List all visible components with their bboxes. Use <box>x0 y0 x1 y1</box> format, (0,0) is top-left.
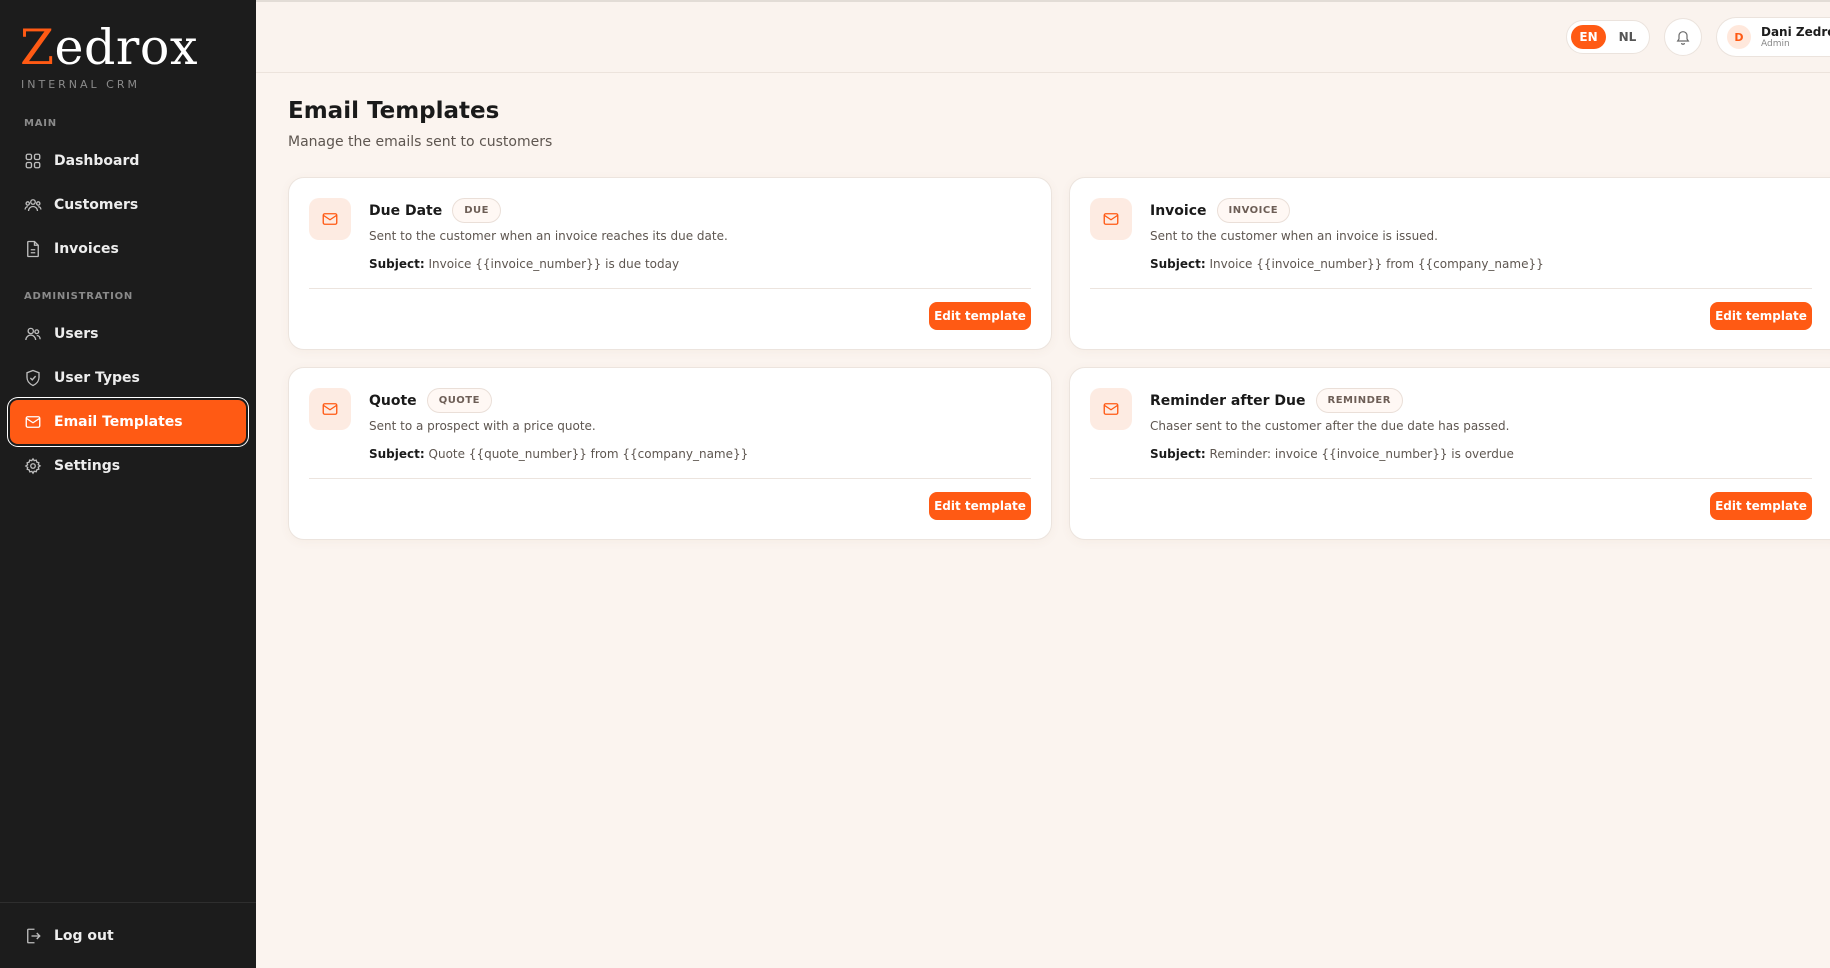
language-toggle: EN NL <box>1566 20 1650 54</box>
card-title: Due Date <box>369 202 443 219</box>
grid-icon <box>25 153 41 169</box>
subject-label: Subject: <box>369 257 425 271</box>
card-title: Reminder after Due <box>1150 392 1306 409</box>
card-subject: Subject: Quote {{quote_number}} from {{c… <box>369 447 748 461</box>
users-icon <box>25 327 41 341</box>
bell-icon <box>1676 31 1690 45</box>
sidebar: Zedrox INTERNAL CRM MAIN Dashboard Custo… <box>0 0 256 968</box>
card-description: Sent to the customer when an invoice rea… <box>369 229 728 243</box>
shield-icon <box>26 369 40 387</box>
sidebar-footer: Log out <box>0 902 256 968</box>
type-badge: QUOTE <box>426 388 492 413</box>
card-title: Invoice <box>1150 202 1207 219</box>
sidebar-item-email-templates[interactable]: Email Templates <box>10 400 246 444</box>
sidebar-item-customers[interactable]: Customers <box>10 183 246 227</box>
subject-label: Subject: <box>369 447 425 461</box>
logo-subtitle: INTERNAL CRM <box>21 78 140 91</box>
card-title: Quote <box>369 392 417 409</box>
mail-icon-box <box>309 198 351 240</box>
sidebar-item-label: Dashboard <box>54 153 140 169</box>
mail-icon <box>322 403 338 415</box>
mail-icon <box>1103 403 1119 415</box>
card-header: Quote QUOTE <box>369 388 492 413</box>
subject-value: Invoice {{invoice_number}} from {{compan… <box>1209 257 1544 271</box>
sidebar-item-label: Users <box>54 326 99 342</box>
avatar: D <box>1727 25 1751 49</box>
card-divider <box>1090 288 1812 289</box>
sidebar-item-label: Settings <box>54 458 121 474</box>
card-divider <box>1090 478 1812 479</box>
edit-template-button[interactable]: Edit template <box>929 492 1031 520</box>
nav-group-main: MAIN Dashboard Customers Invoices <box>0 118 256 271</box>
user-role: Admin <box>1761 38 1790 49</box>
user-info: Dani Zedrox Admin <box>1761 25 1830 50</box>
sidebar-item-invoices[interactable]: Invoices <box>10 227 246 271</box>
mail-icon-box <box>309 388 351 430</box>
mail-icon-box <box>1090 388 1132 430</box>
type-badge: INVOICE <box>1216 198 1291 223</box>
edit-template-button[interactable]: Edit template <box>929 302 1031 330</box>
sidebar-item-users[interactable]: Users <box>10 312 246 356</box>
logo-text: edrox <box>54 19 198 76</box>
logo-letter: Z <box>20 19 55 76</box>
lang-nl-button[interactable]: NL <box>1610 25 1645 49</box>
mail-icon <box>1103 213 1119 225</box>
section-label-main: MAIN <box>24 118 57 129</box>
type-badge: REMINDER <box>1315 388 1403 413</box>
subject-value: Quote {{quote_number}} from {{company_na… <box>428 447 749 461</box>
brand: Zedrox INTERNAL CRM <box>0 0 256 118</box>
document-icon <box>27 240 39 258</box>
lang-en-button[interactable]: EN <box>1571 25 1606 49</box>
mail-icon <box>25 416 41 428</box>
logout-label: Log out <box>54 927 114 944</box>
section-label-admin: ADMINISTRATION <box>24 291 134 302</box>
card-subject: Subject: Invoice {{invoice_number}} from… <box>1150 257 1544 271</box>
mail-icon-box <box>1090 198 1132 240</box>
mail-icon <box>322 213 338 225</box>
card-header: Invoice INVOICE <box>1150 198 1291 223</box>
page-subtitle: Manage the emails sent to customers <box>288 134 553 150</box>
template-card-quote: Quote QUOTE Sent to a prospect with a pr… <box>288 367 1052 540</box>
card-subject: Subject: Reminder: invoice {{invoice_num… <box>1150 447 1514 461</box>
card-description: Sent to the customer when an invoice is … <box>1150 229 1438 243</box>
logout-icon <box>27 928 41 943</box>
logout-button[interactable]: Log out <box>10 914 246 958</box>
card-description: Chaser sent to the customer after the du… <box>1150 419 1510 433</box>
card-header: Due Date DUE <box>369 198 501 223</box>
card-divider <box>309 478 1031 479</box>
user-name: Dani Zedrox <box>1761 24 1830 39</box>
sidebar-item-settings[interactable]: Settings <box>10 444 246 488</box>
page-title: Email Templates <box>288 98 500 124</box>
sidebar-item-dashboard[interactable]: Dashboard <box>10 139 246 183</box>
subject-label: Subject: <box>1150 447 1206 461</box>
sidebar-item-user-types[interactable]: User Types <box>10 356 246 400</box>
user-menu[interactable]: D Dani Zedrox Admin <box>1716 17 1830 57</box>
nav-group-admin: ADMINISTRATION Users User Types Email Te… <box>0 291 256 488</box>
card-header: Reminder after Due REMINDER <box>1150 388 1403 413</box>
edit-template-button[interactable]: Edit template <box>1710 302 1812 330</box>
subject-label: Subject: <box>1150 257 1206 271</box>
edit-template-button[interactable]: Edit template <box>1710 492 1812 520</box>
sidebar-item-label: Invoices <box>54 241 119 257</box>
users-icon <box>24 199 42 212</box>
sidebar-item-label: Email Templates <box>54 414 183 430</box>
card-subject: Subject: Invoice {{invoice_number}} is d… <box>369 257 679 271</box>
type-badge: DUE <box>452 198 501 223</box>
subject-value: Reminder: invoice {{invoice_number}} is … <box>1209 447 1514 461</box>
sidebar-item-label: User Types <box>54 370 140 386</box>
notifications-button[interactable] <box>1664 18 1702 56</box>
sidebar-item-label: Customers <box>54 197 139 213</box>
template-card-invoice: Invoice INVOICE Sent to the customer whe… <box>1069 177 1830 350</box>
logo[interactable]: Zedrox <box>20 20 256 76</box>
subject-value: Invoice {{invoice_number}} is due today <box>428 257 680 271</box>
template-card-reminder: Reminder after Due REMINDER Chaser sent … <box>1069 367 1830 540</box>
gear-icon <box>24 457 42 475</box>
template-card-due-date: Due Date DUE Sent to the customer when a… <box>288 177 1052 350</box>
card-description: Sent to a prospect with a price quote. <box>369 419 596 433</box>
card-divider <box>309 288 1031 289</box>
